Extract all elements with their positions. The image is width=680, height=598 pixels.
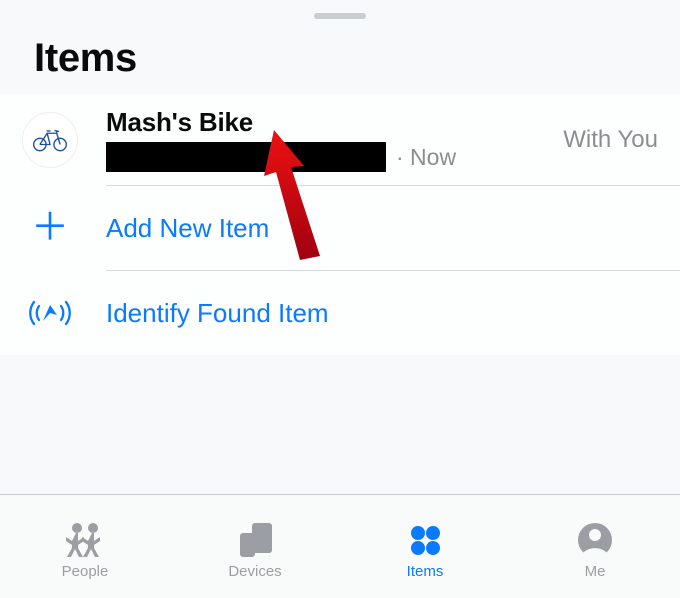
tab-devices-label: Devices [228, 563, 281, 580]
tab-me[interactable]: Me [510, 495, 680, 598]
tab-items[interactable]: Items [340, 495, 510, 598]
plus-icon: ＋ [22, 209, 78, 247]
item-time: · Now [396, 144, 456, 171]
identify-found-item-label: Identify Found Item [106, 298, 329, 329]
sheet-grabber[interactable] [314, 13, 366, 19]
items-icon [406, 521, 444, 559]
devices-icon [234, 521, 276, 559]
page-title: Items [34, 36, 680, 81]
redacted-location [106, 142, 386, 172]
tab-devices[interactable]: Devices [170, 495, 340, 598]
tab-items-label: Items [407, 563, 444, 580]
item-subtitle: · Now [106, 142, 551, 172]
item-status: With You [563, 126, 658, 154]
add-new-item-row[interactable]: ＋ Add New Item [0, 186, 680, 270]
tab-people-label: People [62, 563, 109, 580]
tab-people[interactable]: People [0, 495, 170, 598]
bicycle-icon [32, 128, 68, 152]
item-name: Mash's Bike [106, 107, 551, 138]
tab-me-label: Me [585, 563, 606, 580]
identify-found-item-row[interactable]: Identify Found Item [0, 271, 680, 355]
item-body: Mash's Bike · Now [106, 107, 551, 172]
item-row-bike[interactable]: Mash's Bike · Now With You [0, 94, 680, 185]
items-list: Mash's Bike · Now With You ＋ Add New Ite… [0, 94, 680, 355]
content: Mash's Bike · Now With You ＋ Add New Ite… [0, 94, 680, 494]
person-circle-icon [576, 521, 614, 559]
add-new-item-label: Add New Item [106, 213, 269, 244]
tab-bar: People Devices Items Me [0, 494, 680, 598]
identify-icon [22, 296, 78, 330]
item-avatar [22, 112, 78, 168]
people-icon [63, 521, 107, 559]
